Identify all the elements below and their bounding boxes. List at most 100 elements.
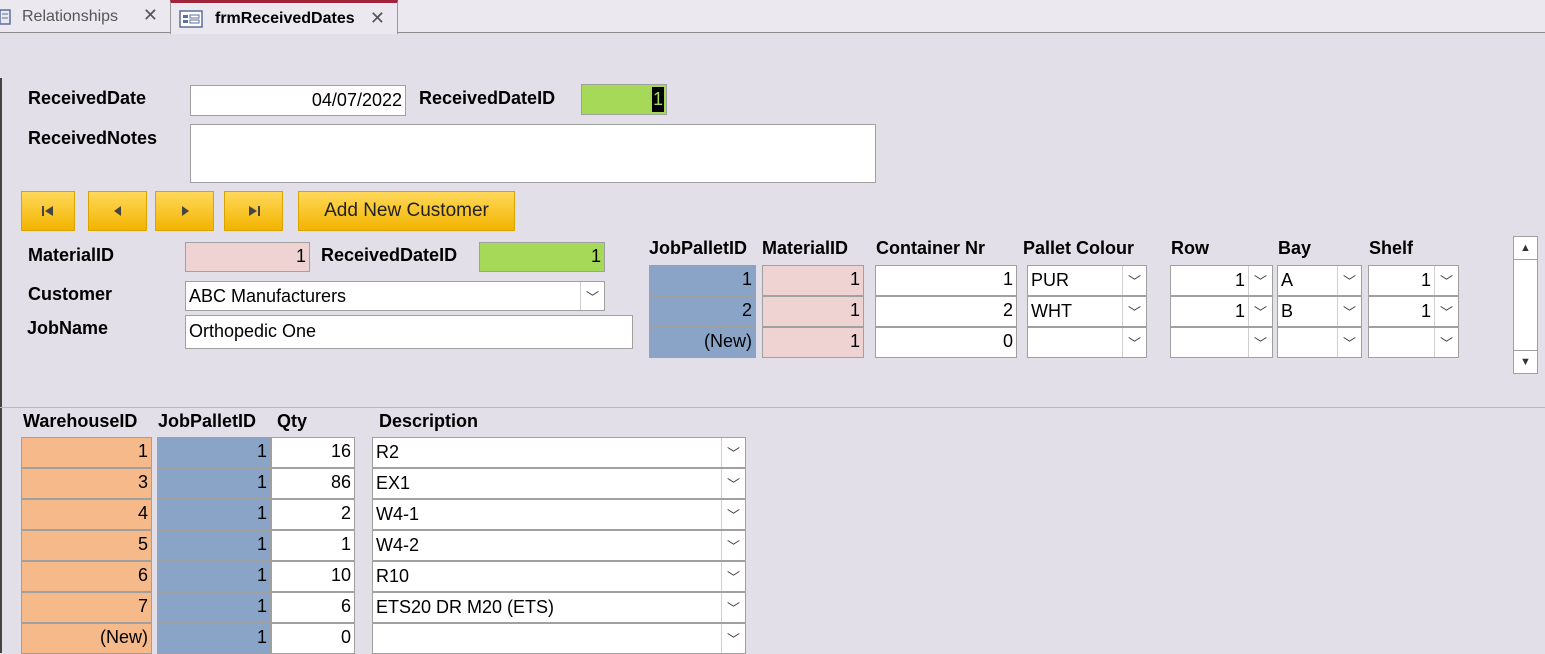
pallet-colour-combo[interactable]: ﹀ <box>1027 327 1147 358</box>
customer-combo[interactable]: ABC Manufacturers ﹀ <box>185 281 605 311</box>
col-header-description[interactable]: Description <box>379 411 478 432</box>
pallet-row-combo[interactable]: 1 ﹀ <box>1170 265 1273 296</box>
qty-cell[interactable]: 1 <box>271 530 355 561</box>
chevron-down-icon[interactable]: ﹀ <box>721 438 745 467</box>
warehouse-id-cell[interactable]: 3 <box>21 468 152 499</box>
pallet-material-id-cell[interactable]: 1 <box>762 296 864 327</box>
received-date-id-field[interactable]: 1 <box>581 84 667 115</box>
chevron-down-icon[interactable]: ﹀ <box>1337 328 1361 357</box>
chevron-down-icon[interactable]: ﹀ <box>1248 266 1272 295</box>
add-new-customer-button[interactable]: Add New Customer <box>298 191 515 231</box>
col-header-pallet-colour[interactable]: Pallet Colour <box>1023 238 1134 259</box>
close-tab-icon[interactable]: ✕ <box>370 8 385 29</box>
chevron-down-icon[interactable]: ﹀ <box>1337 266 1361 295</box>
pallet-shelf-combo[interactable]: ﹀ <box>1368 327 1459 358</box>
chevron-down-icon[interactable]: ﹀ <box>1337 297 1361 326</box>
pallet-job-pallet-id-cell[interactable]: (New) <box>649 327 756 358</box>
warehouse-id-cell[interactable]: 4 <box>21 499 152 530</box>
warehouse-id-cell[interactable]: 7 <box>21 592 152 623</box>
col-header-job-pallet-id[interactable]: JobPalletID <box>649 238 747 259</box>
pallet-material-id-cell[interactable]: 1 <box>762 265 864 296</box>
received-date-field[interactable]: 04/07/2022 <box>190 85 406 116</box>
job-name-field[interactable]: Orthopedic One <box>185 315 633 349</box>
col-header-qty[interactable]: Qty <box>277 411 307 432</box>
chevron-down-icon[interactable]: ﹀ <box>1122 297 1146 326</box>
description-combo[interactable]: R2 ﹀ <box>372 437 746 468</box>
pallet-job-pallet-id-cell[interactable]: 2 <box>649 296 756 327</box>
pallet-container-nr-cell[interactable]: 2 <box>875 296 1017 327</box>
tab-relationships[interactable]: Relationships ✕ <box>0 0 170 33</box>
description-combo[interactable]: ETS20 DR M20 (ETS) ﹀ <box>372 592 746 623</box>
chevron-down-icon[interactable]: ﹀ <box>721 531 745 560</box>
chevron-down-icon[interactable]: ﹀ <box>721 593 745 622</box>
chevron-down-icon[interactable]: ﹀ <box>1248 328 1272 357</box>
qty-cell[interactable]: 10 <box>271 561 355 592</box>
warehouse-job-pallet-id-cell[interactable]: 1 <box>157 499 271 530</box>
description-combo[interactable]: EX1 ﹀ <box>372 468 746 499</box>
pallet-shelf-combo[interactable]: 1 ﹀ <box>1368 296 1459 327</box>
next-record-button[interactable] <box>155 191 214 231</box>
qty-cell[interactable]: 86 <box>271 468 355 499</box>
warehouse-job-pallet-id-cell[interactable]: 1 <box>157 437 271 468</box>
received-date-id-value: 1 <box>651 87 664 112</box>
qty-cell[interactable]: 2 <box>271 499 355 530</box>
col-header-shelf[interactable]: Shelf <box>1369 238 1413 259</box>
warehouse-job-pallet-id-cell[interactable]: 1 <box>157 592 271 623</box>
col-header-material-id[interactable]: MaterialID <box>762 238 848 259</box>
description-combo[interactable]: W4-2 ﹀ <box>372 530 746 561</box>
chevron-down-icon[interactable]: ﹀ <box>721 624 745 653</box>
pallet-row-combo[interactable]: ﹀ <box>1170 327 1273 358</box>
description-combo[interactable]: ﹀ <box>372 623 746 654</box>
chevron-down-icon[interactable]: ﹀ <box>1248 297 1272 326</box>
pallet-bay-combo[interactable]: ﹀ <box>1277 327 1362 358</box>
pallet-colour-combo[interactable]: PUR ﹀ <box>1027 265 1147 296</box>
warehouse-id-cell[interactable]: (New) <box>21 623 152 654</box>
chevron-down-icon[interactable]: ﹀ <box>580 282 604 310</box>
pallet-shelf-combo[interactable]: 1 ﹀ <box>1368 265 1459 296</box>
chevron-down-icon[interactable]: ﹀ <box>721 469 745 498</box>
scroll-up-icon[interactable]: ▲ <box>1514 237 1537 260</box>
warehouse-job-pallet-id-cell[interactable]: 1 <box>157 561 271 592</box>
col-header-bay[interactable]: Bay <box>1278 238 1311 259</box>
chevron-down-icon[interactable]: ﹀ <box>1122 266 1146 295</box>
material-received-date-id-field[interactable]: 1 <box>479 242 605 272</box>
warehouse-id-cell[interactable]: 6 <box>21 561 152 592</box>
pallet-material-id-cell[interactable]: 1 <box>762 327 864 358</box>
warehouse-job-pallet-id-cell[interactable]: 1 <box>157 530 271 561</box>
description-combo[interactable]: W4-1 ﹀ <box>372 499 746 530</box>
col-header-container-nr[interactable]: Container Nr <box>876 238 985 259</box>
chevron-down-icon[interactable]: ﹀ <box>1434 266 1458 295</box>
qty-cell[interactable]: 6 <box>271 592 355 623</box>
warehouse-job-pallet-id-cell[interactable]: 1 <box>157 468 271 499</box>
pallet-bay-combo[interactable]: A ﹀ <box>1277 265 1362 296</box>
qty-cell[interactable]: 0 <box>271 623 355 654</box>
chevron-down-icon[interactable]: ﹀ <box>1434 297 1458 326</box>
tab-frm-received-dates[interactable]: frmReceivedDates ✕ <box>170 0 398 34</box>
pallet-container-nr-cell[interactable]: 1 <box>875 265 1017 296</box>
pallet-row-combo[interactable]: 1 ﹀ <box>1170 296 1273 327</box>
col-header-warehouse-job-pallet-id[interactable]: JobPalletID <box>158 411 256 432</box>
pallet-bay-combo[interactable]: B ﹀ <box>1277 296 1362 327</box>
chevron-down-icon[interactable]: ﹀ <box>721 500 745 529</box>
chevron-down-icon[interactable]: ﹀ <box>721 562 745 591</box>
col-header-row[interactable]: Row <box>1171 238 1209 259</box>
previous-record-button[interactable] <box>88 191 147 231</box>
chevron-down-icon[interactable]: ﹀ <box>1122 328 1146 357</box>
chevron-down-icon[interactable]: ﹀ <box>1434 328 1458 357</box>
pallet-colour-combo[interactable]: WHT ﹀ <box>1027 296 1147 327</box>
pallet-container-nr-cell[interactable]: 0 <box>875 327 1017 358</box>
first-record-button[interactable] <box>21 191 75 231</box>
description-combo[interactable]: R10 ﹀ <box>372 561 746 592</box>
warehouse-job-pallet-id-cell[interactable]: 1 <box>157 623 271 654</box>
pallet-grid-scrollbar[interactable]: ▲ ▼ <box>1513 236 1538 374</box>
scroll-down-icon[interactable]: ▼ <box>1514 350 1537 373</box>
col-header-warehouse-id[interactable]: WarehouseID <box>23 411 137 432</box>
warehouse-id-cell[interactable]: 5 <box>21 530 152 561</box>
material-id-field[interactable]: 1 <box>185 242 310 272</box>
last-record-button[interactable] <box>224 191 283 231</box>
qty-cell[interactable]: 16 <box>271 437 355 468</box>
received-notes-field[interactable] <box>190 124 876 183</box>
warehouse-id-cell[interactable]: 1 <box>21 437 152 468</box>
pallet-job-pallet-id-cell[interactable]: 1 <box>649 265 756 296</box>
close-tab-icon[interactable]: ✕ <box>143 5 158 26</box>
